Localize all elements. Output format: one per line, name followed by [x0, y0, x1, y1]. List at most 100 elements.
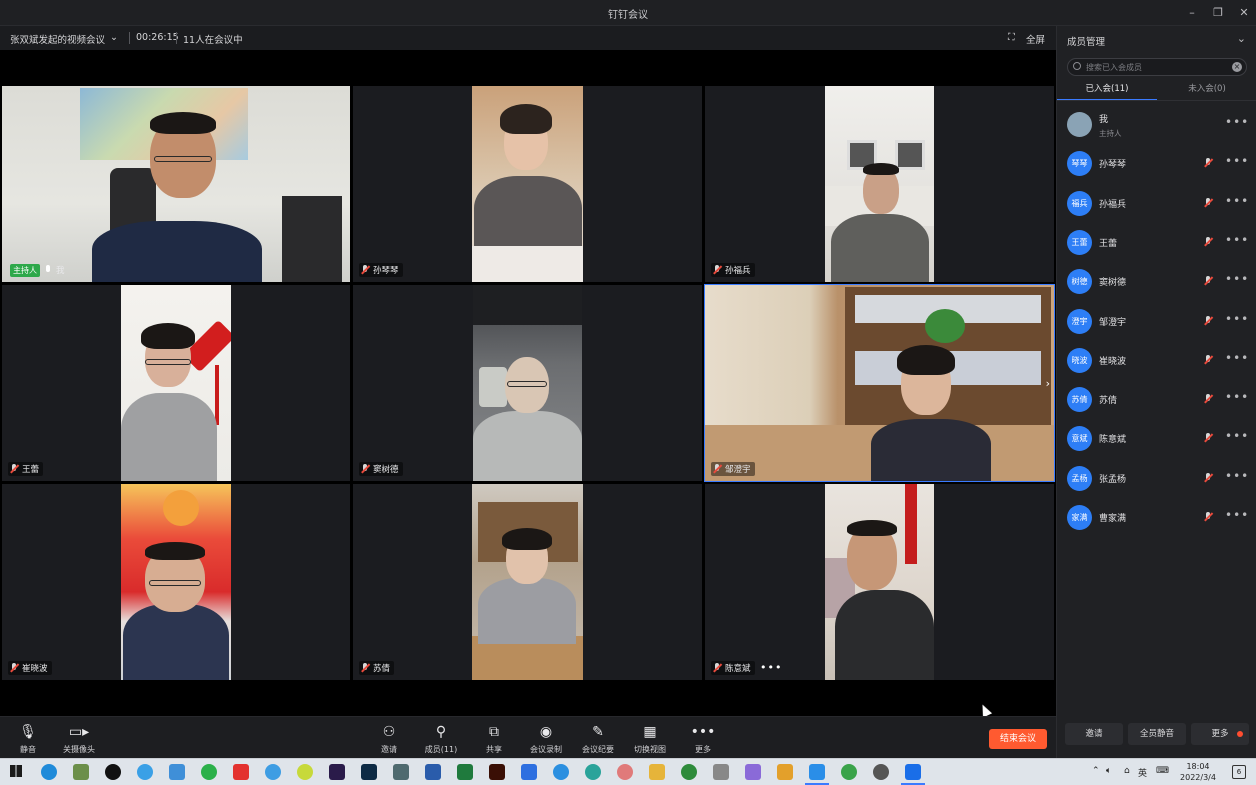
keyboard-icon[interactable]: ⌨	[1156, 766, 1169, 776]
video-tile[interactable]: 苏倩	[353, 484, 702, 680]
app-icon[interactable]	[873, 764, 889, 780]
member-more-button[interactable]: •••	[1225, 115, 1249, 129]
tab-joined[interactable]: 已入会(11)	[1057, 82, 1157, 101]
member-more-button[interactable]: •••	[1225, 312, 1249, 326]
meeting-name[interactable]: 张双斌发起的视频会议	[10, 32, 105, 46]
app-icon[interactable]	[201, 764, 217, 780]
invite-button[interactable]: 邀请	[1065, 723, 1123, 745]
member-row[interactable]: 晓波 崔晓波 •••	[1057, 344, 1256, 380]
word-icon[interactable]	[425, 764, 441, 780]
member-more-button[interactable]: •••	[1225, 429, 1249, 443]
members-button[interactable]: ⚲ 成员(11)	[416, 723, 466, 755]
member-row[interactable]: 王蕾 王蕾 •••	[1057, 226, 1256, 262]
edge-icon[interactable]	[41, 764, 57, 780]
app-icon[interactable]	[585, 764, 601, 780]
member-row[interactable]: 我主持人 •••	[1057, 108, 1256, 144]
member-more-button[interactable]: •••	[1225, 390, 1249, 404]
mic-muted-icon[interactable]	[1204, 512, 1212, 522]
folder-icon[interactable]	[649, 764, 665, 780]
tab-not-joined[interactable]: 未入会(0)	[1157, 82, 1256, 99]
member-search-input[interactable]: 搜索已入会成员 ×	[1067, 58, 1247, 76]
app-icon[interactable]	[233, 764, 249, 780]
member-more-button[interactable]: •••	[1225, 508, 1249, 522]
app-icon[interactable]	[521, 764, 537, 780]
member-row[interactable]: 福兵 孙福兵 •••	[1057, 187, 1256, 223]
volume-icon[interactable]: 🔈︎	[1106, 766, 1111, 776]
mic-muted-icon[interactable]	[1204, 315, 1212, 326]
member-row[interactable]: 树德 窦树德 •••	[1057, 265, 1256, 301]
record-button[interactable]: ◉ 会议录制	[521, 723, 571, 755]
member-more-button[interactable]: •••	[1225, 194, 1249, 208]
app-icon[interactable]	[297, 764, 313, 780]
notification-center-icon[interactable]: 6	[1232, 765, 1246, 779]
video-tile[interactable]: 窦树德	[353, 285, 702, 481]
member-more-button[interactable]: •••	[1225, 154, 1249, 168]
video-tile[interactable]: 陈意斌 •••	[705, 484, 1054, 680]
illustrator-icon[interactable]	[489, 764, 505, 780]
tile-more-button[interactable]: •••	[760, 661, 782, 674]
close-button[interactable]: ✕	[1234, 4, 1254, 22]
panel-more-button[interactable]: 更多	[1191, 723, 1249, 745]
member-row[interactable]: 琴琴 孙琴琴 •••	[1057, 147, 1256, 183]
browser-icon[interactable]	[265, 764, 281, 780]
chevron-down-icon[interactable]: ⌄	[1237, 32, 1246, 45]
start-icon[interactable]	[10, 765, 22, 777]
mic-muted-icon[interactable]	[1204, 433, 1212, 443]
restore-button[interactable]: ❐	[1208, 4, 1228, 22]
member-row[interactable]: 家满 曹家满 •••	[1057, 501, 1256, 537]
mic-muted-icon[interactable]	[1204, 197, 1212, 208]
fullscreen-icon[interactable]: ⛶	[1008, 32, 1015, 43]
minimize-button[interactable]: –	[1182, 4, 1202, 22]
share-button[interactable]: ⧉ 共享	[469, 723, 519, 755]
mic-muted-icon[interactable]	[1204, 472, 1212, 483]
video-tile[interactable]: 王蕾	[2, 285, 350, 481]
video-tile[interactable]: 主持人 我	[2, 86, 350, 282]
member-more-button[interactable]: •••	[1225, 469, 1249, 483]
network-icon[interactable]: ⌂	[1124, 766, 1130, 776]
mute-button[interactable]: 🎙︎ 静音	[3, 723, 53, 755]
after-effects-icon[interactable]	[329, 764, 345, 780]
video-tile[interactable]: 孙福兵	[705, 86, 1054, 282]
ime-chinese[interactable]: 英	[1138, 766, 1147, 779]
app-icon[interactable]	[777, 764, 793, 780]
meeting-app-icon[interactable]	[901, 764, 925, 785]
video-tile[interactable]: 崔晓波	[2, 484, 350, 680]
chevron-up-icon[interactable]: ⌃	[1092, 766, 1100, 776]
fullscreen-button[interactable]: 全屏	[1026, 32, 1045, 46]
more-button[interactable]: ••• 更多	[678, 723, 728, 755]
calculator-icon[interactable]	[169, 764, 185, 780]
app-icon[interactable]	[617, 764, 633, 780]
app-icon[interactable]	[745, 764, 761, 780]
end-meeting-button[interactable]: 结束会议	[989, 729, 1047, 749]
app-icon[interactable]	[681, 764, 697, 780]
minutes-button[interactable]: ✎ 会议纪要	[573, 723, 623, 755]
member-row[interactable]: 苏倩 苏倩 •••	[1057, 383, 1256, 419]
chevron-down-icon[interactable]: ⌄	[110, 32, 118, 43]
video-tile-active-speaker[interactable]: 邹澄宇 ›	[704, 284, 1055, 482]
switch-view-button[interactable]: ▦ 切换视图	[625, 723, 675, 755]
mic-muted-icon[interactable]	[1204, 236, 1212, 247]
member-row[interactable]: 意斌 陈意斌 •••	[1057, 422, 1256, 458]
clear-icon[interactable]: ×	[1232, 62, 1242, 72]
system-clock[interactable]: 18:04 2022/3/4	[1176, 761, 1220, 783]
app-icon[interactable]	[393, 764, 409, 780]
mute-all-button[interactable]: 全员静音	[1128, 723, 1186, 745]
chevron-right-icon[interactable]: ›	[1046, 377, 1050, 390]
app-icon[interactable]	[713, 764, 729, 780]
member-more-button[interactable]: •••	[1225, 233, 1249, 247]
member-row[interactable]: 孟杨 张孟杨 •••	[1057, 462, 1256, 498]
app-icon[interactable]	[73, 764, 89, 780]
mic-muted-icon[interactable]	[1204, 158, 1212, 168]
member-more-button[interactable]: •••	[1225, 351, 1249, 365]
member-row[interactable]: 澄宇 邹澄宇 •••	[1057, 305, 1256, 341]
invite-button[interactable]: ⚇ 邀请	[364, 723, 414, 755]
excel-icon[interactable]	[457, 764, 473, 780]
app-icon[interactable]	[841, 764, 857, 780]
dingtalk-icon[interactable]	[805, 764, 829, 785]
mic-muted-icon[interactable]	[1204, 394, 1212, 404]
camera-button[interactable]: ▭▸ 关摄像头	[54, 723, 104, 755]
member-more-button[interactable]: •••	[1225, 272, 1249, 286]
app-icon[interactable]	[553, 764, 569, 780]
video-tile[interactable]: 孙琴琴	[353, 86, 702, 282]
app-icon[interactable]	[137, 764, 153, 780]
